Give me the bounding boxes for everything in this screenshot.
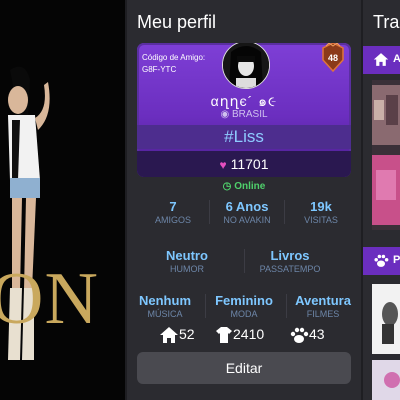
stat-label: MÚSICA [147,309,183,319]
paw-icon [374,254,389,267]
outfit-count-value: 2410 [233,326,265,342]
stat-visits: 19k VISITAS [285,199,357,225]
stat-hobby: Livros PASSATEMPO [245,248,335,274]
friend-code-label: Código de Amigo: [142,53,206,62]
stat-value: 7 [169,199,177,214]
heart-icon: ♥ [219,158,227,172]
stat-value: 6 Anos [225,199,269,214]
side-panel: Tra A P [363,0,400,400]
stat-value: Livros [270,248,310,263]
clock-icon: ◷ [222,181,232,192]
outfit-count[interactable]: 2410 [215,326,264,344]
stat-friends[interactable]: 7 AMIGOS [137,199,209,225]
stat-label: MODA [230,309,258,319]
shirt-icon [216,327,232,343]
pet-thumbnail[interactable] [372,284,400,400]
edit-button[interactable]: Editar [137,352,351,384]
pet-count[interactable]: 43 [289,326,325,344]
house-icon [373,53,389,66]
divider [205,294,206,318]
level-badge: 48 [322,43,344,72]
background-logo-text: ON [0,258,99,340]
profile-handle: #Liss [137,125,351,149]
stat-label: FILMES [306,309,340,319]
paw-icon [290,327,309,343]
tab-pets[interactable]: P [363,247,400,275]
stat-value: 19k [310,199,332,214]
page-title: Meu perfil [137,12,217,32]
stat-value: Nenhum [139,293,191,308]
tab-homes[interactable]: A [363,46,400,74]
stat-label: PASSATEMPO [259,264,321,274]
country: ◉ BRASIL [137,109,351,120]
pet-count-value: 43 [309,326,325,342]
avatar[interactable] [222,43,270,89]
avatar-scene: ON [0,0,125,400]
profile-card: Código de Amigo: G8F-YTC 48 αղղє´ ๑૯ ◉ B… [137,43,351,177]
tab-label: A [393,53,400,65]
profile-panel: Meu perfil Código de Amigo: G8F-YTC 48 α… [127,0,361,400]
home-count[interactable]: 52 [159,326,195,344]
friend-code-value: G8F-YTC [142,65,177,74]
likes-count[interactable]: ♥ 11701 [137,151,351,177]
stat-label: HUMOR [170,264,204,274]
status-badge: ◷ Online [127,181,361,192]
stat-mood: Neutro HUMOR [137,248,237,274]
stat-value: Neutro [166,248,208,263]
house-icon [160,327,178,343]
level-value: 48 [328,53,338,63]
location-pin-icon: ◉ [220,109,230,120]
stat-years: 6 Anos NO AVAKIN [210,199,284,225]
stat-value: Feminino [215,293,273,308]
status-text: Online [234,181,266,192]
stat-fashion: Feminino MODA [207,293,281,319]
tab-label: P [393,254,400,266]
friend-code[interactable]: Código de Amigo: G8F-YTC [142,52,205,76]
stat-label: AMIGOS [154,215,191,225]
country-label: BRASIL [231,109,268,120]
stat-label: VISITAS [304,215,338,225]
home-thumbnail[interactable] [372,80,400,230]
stat-movies: Aventura FILMES [289,293,357,319]
likes-value: 11701 [230,156,269,172]
side-panel-title: Tra [373,12,400,32]
inventory-counts: 52 2410 43 [127,326,361,348]
stat-music: Nenhum MÚSICA [131,293,199,319]
home-count-value: 52 [179,326,195,342]
divider [286,294,287,318]
stat-label: NO AVAKIN [223,215,271,225]
stat-value: Aventura [295,293,351,308]
